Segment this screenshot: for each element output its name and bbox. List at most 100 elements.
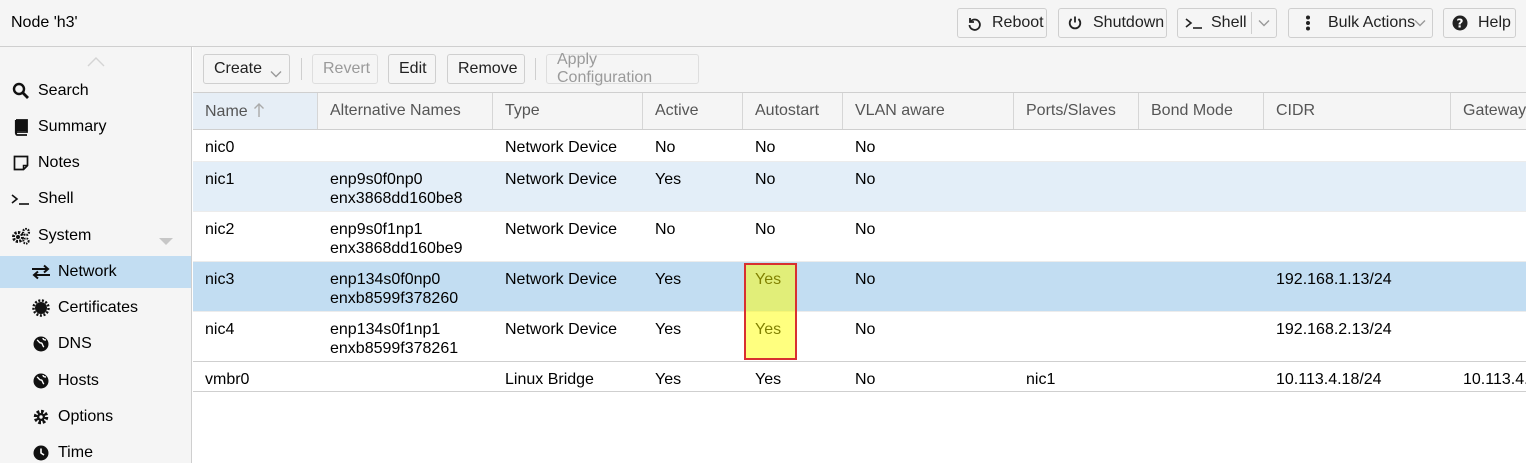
- cell-alternative-names: enp134s0f1np1 enxb8599f378261: [330, 321, 459, 357]
- revert-label: Revert: [323, 60, 371, 77]
- sidebar-item-label: Time: [58, 444, 93, 461]
- cell-cidr: 10.113.4.18/24: [1276, 371, 1382, 388]
- sidebar-item-system[interactable]: System: [0, 220, 191, 252]
- cell-alternative-names: enp9s0f0np0 enx3868dd160be8: [330, 171, 463, 207]
- apply-configuration-button[interactable]: Apply Configuration: [546, 51, 699, 86]
- sidebar-item-shell[interactable]: Shell: [0, 183, 191, 215]
- shutdown-label: Shutdown: [1093, 14, 1165, 31]
- cell-active: Yes: [655, 321, 682, 338]
- sidebar-item-search[interactable]: Search: [0, 75, 191, 107]
- question-circle-icon: ?: [1450, 13, 1470, 33]
- column-header-cidr[interactable]: CIDR: [1264, 93, 1451, 129]
- sidebar-item-certificates[interactable]: Certificates: [0, 292, 191, 324]
- cell-autostart: No: [755, 171, 776, 188]
- cell-vlan-aware: No: [855, 371, 876, 388]
- cell-vlan-aware: No: [855, 321, 876, 338]
- terminal-icon: [11, 189, 31, 209]
- cell-vlan-aware: No: [855, 221, 876, 238]
- sidebar-item-hosts[interactable]: Hosts: [0, 365, 191, 397]
- remove-label: Remove: [458, 60, 518, 77]
- scroll-up-icon[interactable]: [86, 55, 106, 73]
- sidebar-item-label: DNS: [58, 335, 92, 352]
- cell-type: Network Device: [505, 221, 618, 238]
- collapse-triangle-icon[interactable]: [159, 233, 173, 251]
- cell-vlan-aware: No: [855, 271, 876, 288]
- cell-name: nic4: [205, 321, 235, 338]
- table-row[interactable]: nic2 enp9s0f1np1 enx3868dd160be9 Network …: [193, 212, 1526, 262]
- cell-alternative-names: enp9s0f1np1 enx3868dd160be9: [330, 221, 463, 257]
- sidebar-item-label: Network: [58, 263, 117, 280]
- remove-button[interactable]: Remove: [447, 54, 525, 84]
- reboot-button[interactable]: Reboot: [957, 8, 1047, 38]
- help-button[interactable]: ? Help: [1443, 8, 1516, 38]
- power-icon: [1065, 13, 1085, 33]
- bulk-actions-button[interactable]: Bulk Actions: [1288, 8, 1433, 38]
- cell-type: Network Device: [505, 321, 618, 338]
- note-icon: [11, 153, 31, 173]
- globe-icon: [31, 371, 51, 391]
- table-row[interactable]: vmbr0 Linux Bridge Yes Yes No nic1 10.11…: [193, 362, 1526, 392]
- gears-icon: [11, 226, 31, 246]
- grid-header: Name Alternative Names Type Active Autos…: [193, 93, 1526, 130]
- cell-name: nic2: [205, 221, 235, 238]
- network-grid: nic0 Network Device No No No nic1 enp9s0…: [193, 130, 1526, 463]
- cell-ports-slaves: nic1: [1026, 371, 1056, 388]
- book-icon: [11, 117, 31, 137]
- column-header-name[interactable]: Name: [193, 93, 318, 129]
- globe-icon: [31, 334, 51, 354]
- exchange-icon: [31, 262, 51, 282]
- reboot-label: Reboot: [992, 14, 1044, 31]
- sidebar-item-notes[interactable]: Notes: [0, 147, 191, 179]
- cell-type: Linux Bridge: [505, 371, 594, 388]
- table-row-selected[interactable]: nic3 enp134s0f0np0 enxb8599f378260 Networ…: [193, 262, 1526, 312]
- clock-icon: [31, 443, 51, 463]
- column-header-vlan-aware[interactable]: VLAN aware: [843, 93, 1014, 129]
- sidebar-item-label: Certificates: [58, 299, 139, 316]
- edit-label: Edit: [399, 60, 427, 77]
- shell-label: Shell: [1211, 14, 1247, 31]
- shell-split-button[interactable]: Shell: [1177, 8, 1277, 38]
- column-header-gateway[interactable]: Gateway: [1451, 93, 1526, 129]
- chevron-down-icon: [270, 65, 282, 83]
- cell-alternative-names: enp134s0f0np0 enxb8599f378260: [330, 271, 459, 307]
- column-header-alternative-names[interactable]: Alternative Names: [318, 93, 493, 129]
- shutdown-button[interactable]: Shutdown: [1058, 8, 1167, 38]
- cell-vlan-aware: No: [855, 171, 876, 188]
- sidebar-item-dns[interactable]: DNS: [0, 328, 191, 360]
- create-label: Create: [214, 60, 263, 77]
- help-label: Help: [1478, 14, 1511, 31]
- sidebar-item-label: System: [38, 227, 92, 244]
- cell-autostart: Yes: [755, 271, 782, 288]
- column-header-active[interactable]: Active: [643, 93, 743, 129]
- edit-button[interactable]: Edit: [388, 54, 436, 84]
- sidebar-item-network[interactable]: Network: [0, 256, 191, 288]
- bulk-actions-label: Bulk Actions: [1328, 14, 1416, 31]
- column-header-type[interactable]: Type: [493, 93, 643, 129]
- sidebar-item-options[interactable]: Options: [0, 401, 191, 433]
- undo-icon: [964, 13, 984, 33]
- search-icon: [11, 81, 31, 101]
- cell-autostart: No: [755, 139, 776, 156]
- node-header: Node 'h3' Reboot Shutdown Shell Bulk Act…: [0, 0, 1526, 47]
- ellipsis-vertical-icon: [1298, 13, 1318, 33]
- column-header-autostart[interactable]: Autostart: [743, 93, 843, 129]
- cell-autostart: Yes: [755, 321, 782, 338]
- cell-cidr: 192.168.2.13/24: [1276, 321, 1392, 338]
- chevron-down-icon[interactable]: [1257, 16, 1271, 30]
- table-row[interactable]: nic0 Network Device No No No: [193, 130, 1526, 162]
- cell-type: Network Device: [505, 271, 618, 288]
- certificate-icon: [31, 298, 51, 318]
- cell-active: Yes: [655, 271, 682, 288]
- table-row[interactable]: nic4 enp134s0f1np1 enxb8599f378261 Networ…: [193, 312, 1526, 362]
- sidebar-item-summary[interactable]: Summary: [0, 111, 191, 143]
- cell-active: No: [655, 221, 676, 238]
- apply-configuration-label: Apply Configuration: [557, 51, 653, 86]
- column-header-bond-mode[interactable]: Bond Mode: [1139, 93, 1264, 129]
- cell-name: nic1: [205, 171, 235, 188]
- table-row[interactable]: nic1 enp9s0f0np0 enx3868dd160be8 Network …: [193, 162, 1526, 212]
- revert-button[interactable]: Revert: [312, 54, 378, 84]
- sidebar-item-time[interactable]: Time: [0, 437, 191, 469]
- create-button[interactable]: Create: [203, 54, 290, 84]
- sidebar-item-label: Shell: [38, 190, 74, 207]
- column-header-ports-slaves[interactable]: Ports/Slaves: [1014, 93, 1139, 129]
